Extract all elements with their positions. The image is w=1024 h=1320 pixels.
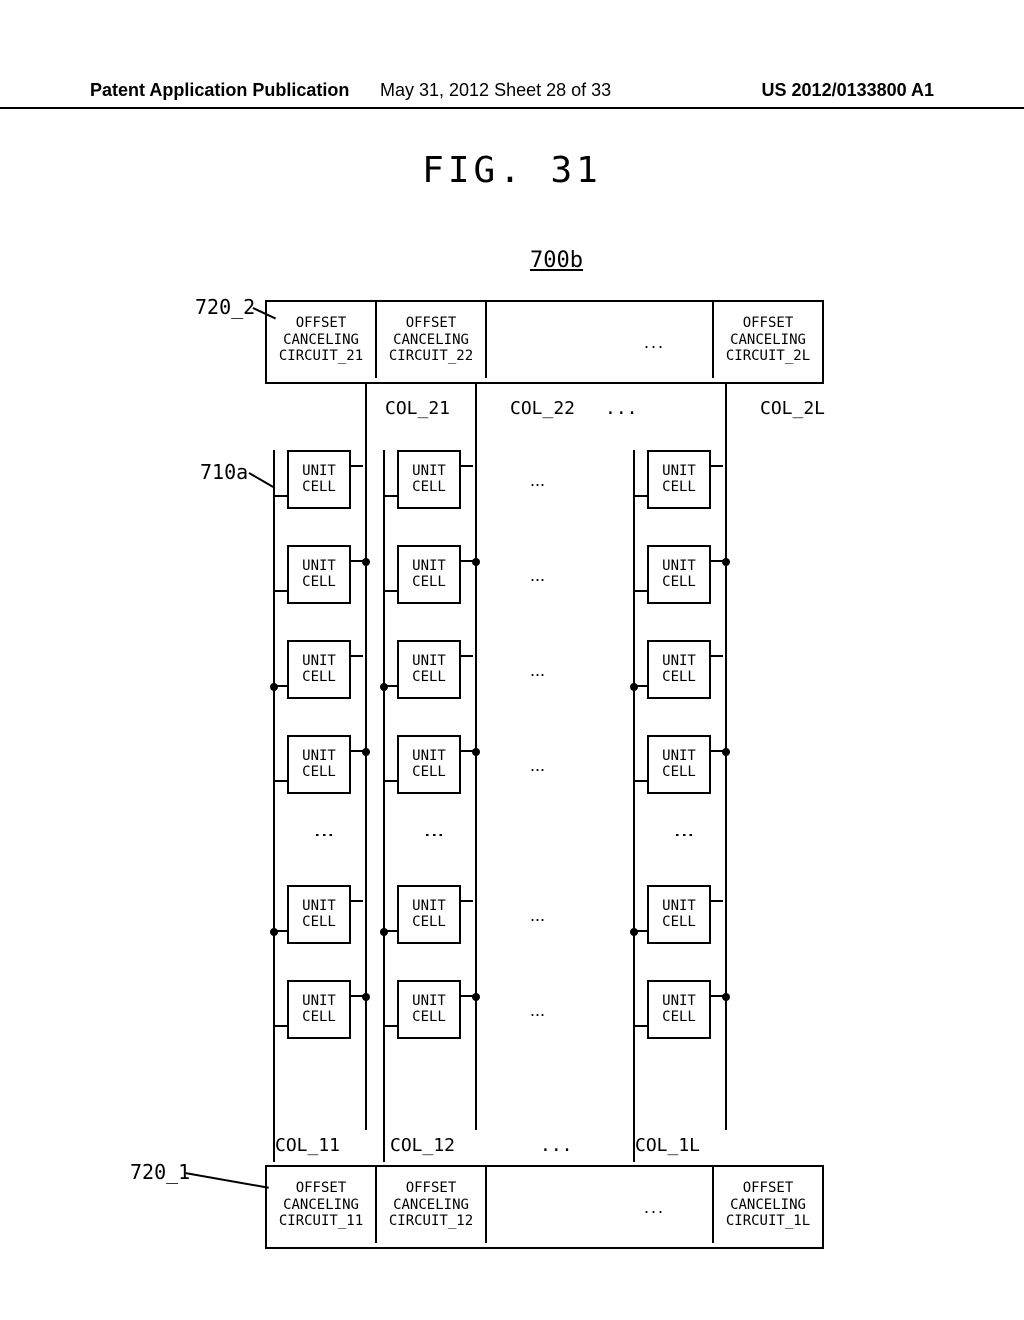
unit-cell: UNITCELL: [397, 980, 461, 1039]
col-label-1L: COL_1L: [635, 1135, 700, 1156]
unit-cell: UNITCELL: [397, 885, 461, 944]
offset-canceling-row-top: OFFSETCANCELINGCIRCUIT_21 OFFSETCANCELIN…: [265, 300, 824, 384]
figure-title: FIG. 31: [0, 150, 1024, 191]
ellipsis-icon: ...: [530, 660, 545, 681]
figure-reference-number: 700b: [530, 248, 583, 273]
col-label-11: COL_11: [275, 1135, 340, 1156]
callout-720-1: 720_1: [130, 1160, 190, 1184]
occ-11: OFFSETCANCELINGCIRCUIT_11: [267, 1167, 377, 1243]
ellipsis-icon: ...: [605, 398, 638, 419]
callout-720-2: 720_2: [195, 295, 255, 319]
ellipsis-icon: ...: [540, 1135, 573, 1156]
unit-cell: UNITCELL: [287, 735, 351, 794]
circuit-diagram: OFFSETCANCELINGCIRCUIT_21 OFFSETCANCELIN…: [265, 300, 820, 1250]
occ-12: OFFSETCANCELINGCIRCUIT_12: [377, 1167, 487, 1243]
unit-cell: UNITCELL: [647, 450, 711, 509]
unit-cell: UNITCELL: [287, 450, 351, 509]
unit-cell: UNITCELL: [287, 640, 351, 699]
offset-canceling-row-bottom: OFFSETCANCELINGCIRCUIT_11 OFFSETCANCELIN…: [265, 1165, 824, 1249]
vertical-ellipsis-icon: ⋮: [673, 825, 697, 845]
unit-cell: UNITCELL: [287, 885, 351, 944]
pub-number: US 2012/0133800 A1: [762, 80, 934, 101]
pub-date-sheet: May 31, 2012 Sheet 28 of 33: [380, 80, 611, 101]
unit-cell: UNITCELL: [647, 885, 711, 944]
ellipsis-icon: ...: [530, 1000, 545, 1021]
callout-710a: 710a: [200, 460, 248, 484]
ellipsis-icon: ...: [530, 905, 545, 926]
pub-type: Patent Application Publication: [90, 80, 349, 100]
unit-cell: UNITCELL: [287, 545, 351, 604]
col-label-21: COL_21: [385, 398, 450, 419]
unit-cell: UNITCELL: [397, 545, 461, 604]
ellipsis-icon: ...: [530, 755, 545, 776]
vertical-ellipsis-icon: ⋮: [423, 825, 447, 845]
unit-cell: UNITCELL: [287, 980, 351, 1039]
ellipsis-icon: ...: [530, 470, 545, 491]
unit-cell: UNITCELL: [647, 640, 711, 699]
col-label-22: COL_22: [510, 398, 575, 419]
occ-22: OFFSETCANCELINGCIRCUIT_22: [377, 302, 487, 378]
ellipsis-icon: ...: [530, 565, 545, 586]
unit-cell: UNITCELL: [397, 735, 461, 794]
col-label-2L: COL_2L: [760, 398, 825, 419]
unit-cell: UNITCELL: [397, 640, 461, 699]
unit-cell: UNITCELL: [397, 450, 461, 509]
occ-21: OFFSETCANCELINGCIRCUIT_21: [267, 302, 377, 378]
vertical-ellipsis-icon: ⋮: [313, 825, 337, 845]
unit-cell: UNITCELL: [647, 545, 711, 604]
unit-cell: UNITCELL: [647, 980, 711, 1039]
col-label-12: COL_12: [390, 1135, 455, 1156]
occ-2L: OFFSETCANCELINGCIRCUIT_2L: [712, 302, 822, 378]
occ-1L: OFFSETCANCELINGCIRCUIT_1L: [712, 1167, 822, 1243]
unit-cell: UNITCELL: [647, 735, 711, 794]
